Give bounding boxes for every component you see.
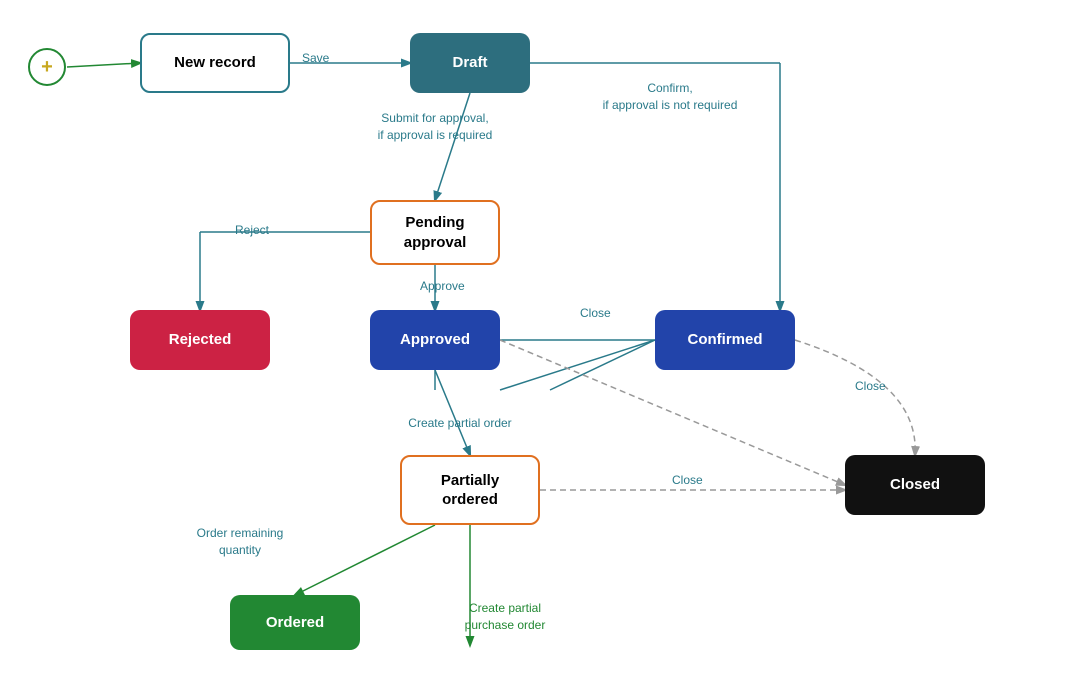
node-rejected: Rejected bbox=[130, 310, 270, 370]
label-create-purchase: Create partialpurchase order bbox=[435, 600, 575, 634]
node-ordered: Ordered bbox=[230, 595, 360, 650]
label-confirm: Confirm,if approval is not required bbox=[590, 80, 750, 114]
label-approve: Approve bbox=[420, 278, 465, 295]
label-submit: Submit for approval,if approval is requi… bbox=[370, 110, 500, 144]
label-close3: Close bbox=[672, 472, 703, 489]
label-close2: Close bbox=[855, 378, 886, 395]
label-create-partial: Create partial order bbox=[390, 415, 530, 432]
node-draft: Draft bbox=[410, 33, 530, 93]
closed-label: Closed bbox=[890, 475, 940, 495]
node-partially-ordered: Partiallyordered bbox=[400, 455, 540, 525]
pending-label: Pendingapproval bbox=[404, 213, 467, 252]
rejected-label: Rejected bbox=[169, 330, 232, 350]
label-reject: Reject bbox=[235, 222, 269, 239]
approved-label: Approved bbox=[400, 330, 470, 350]
partially-label: Partiallyordered bbox=[441, 471, 499, 510]
start-circle: + bbox=[28, 48, 66, 86]
plus-icon: + bbox=[41, 56, 53, 79]
confirmed-label: Confirmed bbox=[688, 330, 763, 350]
label-order-remaining: Order remainingquantity bbox=[175, 525, 305, 559]
diagram-container: + New record Draft Pendingapproval Rejec… bbox=[0, 0, 1081, 679]
ordered-label: Ordered bbox=[266, 613, 324, 633]
node-new-record: New record bbox=[140, 33, 290, 93]
label-close1: Close bbox=[580, 305, 611, 322]
node-confirmed: Confirmed bbox=[655, 310, 795, 370]
node-pending-approval: Pendingapproval bbox=[370, 200, 500, 265]
label-save: Save bbox=[302, 50, 329, 67]
draft-label: Draft bbox=[452, 53, 487, 73]
node-approved: Approved bbox=[370, 310, 500, 370]
new-record-label: New record bbox=[174, 53, 256, 73]
node-closed: Closed bbox=[845, 455, 985, 515]
